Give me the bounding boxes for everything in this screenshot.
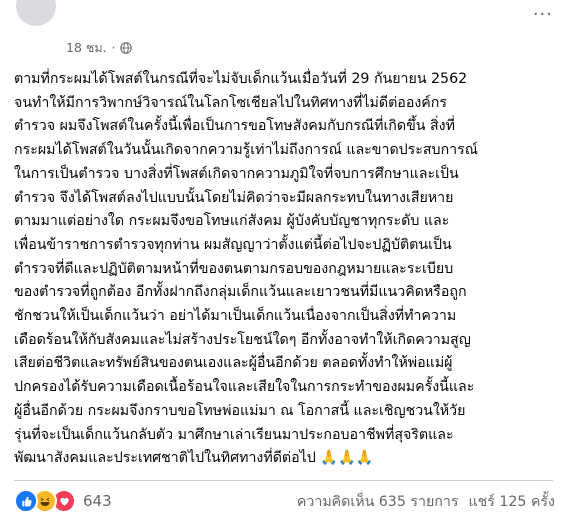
shares-count-link[interactable]: แชร์ 125 ครั้ง — [468, 491, 555, 513]
divider — [14, 480, 553, 481]
avatar[interactable] — [16, 0, 56, 26]
post-body: ตามที่กระผมได้โพสต์ในกรณีที่จะไม่จับเด็ก… — [14, 71, 478, 467]
post-meta: 18 ชม. · — [66, 38, 133, 58]
reactions-summary[interactable]: 643 — [14, 489, 112, 513]
post-timestamp[interactable]: 18 ชม. — [66, 38, 107, 58]
globe-icon — [120, 42, 133, 54]
engagement-stats: ความคิดเห็น 635 รายการ แชร์ 125 ครั้ง — [297, 491, 555, 513]
comments-count-link[interactable]: ความคิดเห็น 635 รายการ — [297, 491, 459, 513]
more-options-button[interactable]: ··· — [533, 4, 553, 25]
like-icon — [14, 489, 38, 513]
post-footer: 643 ความคิดเห็น 635 รายการ แชร์ 125 ครั้… — [0, 485, 567, 519]
post-header: 18 ชม. · ··· — [0, 0, 567, 62]
meta-separator: · — [111, 41, 116, 55]
reaction-count[interactable]: 643 — [83, 492, 112, 510]
